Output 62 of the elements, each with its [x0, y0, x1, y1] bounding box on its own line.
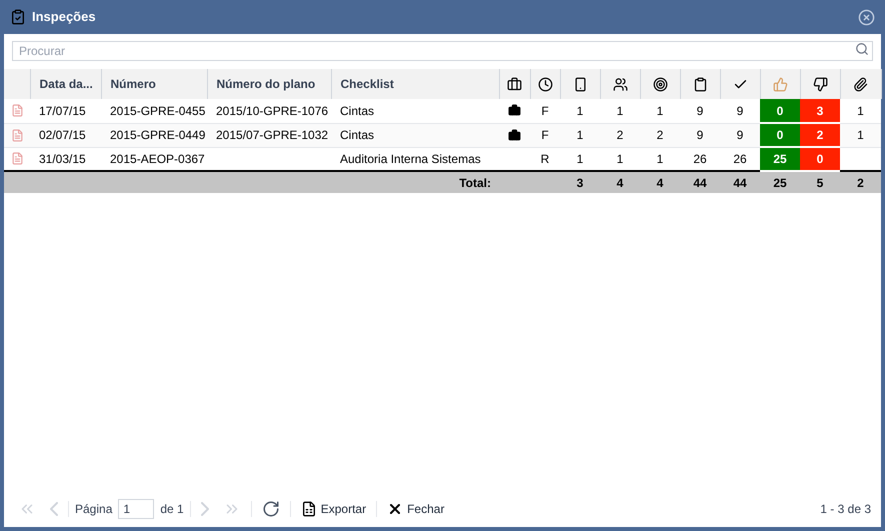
table-cell: 25 — [760, 147, 800, 171]
table-cell: F — [530, 123, 560, 147]
table-cell: 2015-GPRE-0449 — [101, 123, 207, 147]
table-cell: Cintas — [331, 123, 499, 147]
table-cell: 2 — [600, 123, 640, 147]
close-dialog-button[interactable]: Fechar — [383, 500, 448, 518]
total-cell: 2 — [840, 171, 881, 193]
record-range: 1 - 3 de 3 — [820, 501, 871, 518]
total-cell: 44 — [720, 171, 760, 193]
clipboard-check-icon — [10, 9, 26, 25]
total-cell: 4 — [640, 171, 680, 193]
phone-icon — [572, 76, 588, 92]
spreadsheet-icon — [300, 501, 317, 517]
total-cell: 4 — [600, 171, 640, 193]
total-cell: 5 — [800, 171, 840, 193]
page-count: de 1 — [160, 501, 184, 518]
total-cell: 25 — [760, 171, 800, 193]
table-cell: 0 — [760, 99, 800, 123]
left-chevron-icon — [50, 502, 58, 516]
total-label: Total: — [4, 171, 499, 193]
briefcase-icon — [507, 76, 522, 92]
table-cell: 1 — [560, 123, 600, 147]
table-cell: 2 — [640, 123, 680, 147]
export-button[interactable]: Exportar — [296, 500, 370, 518]
thumbs-up-icon — [772, 76, 788, 92]
table-cell: 9 — [680, 123, 720, 147]
window-title: Inspeções — [32, 8, 96, 26]
pdf-file-icon[interactable] — [10, 128, 24, 142]
page-field[interactable]: 1 — [118, 499, 154, 519]
total-cell: 44 — [680, 171, 720, 193]
pdf-file-icon[interactable] — [10, 152, 24, 166]
table-cell: 1 — [840, 123, 881, 147]
table-cell: Cintas — [331, 99, 499, 123]
target-icon — [652, 76, 668, 92]
total-cell: 3 — [560, 171, 600, 193]
right-chevron-icon — [200, 502, 209, 516]
table-cell: F — [530, 99, 560, 123]
table-cell: 1 — [600, 99, 640, 123]
table-cell: 2015-GPRE-0455 — [101, 99, 207, 123]
table-cell: 1 — [560, 99, 600, 123]
clipboard-icon — [692, 76, 708, 92]
clock-icon — [538, 76, 552, 92]
table-cell: 1 — [840, 99, 881, 123]
thumbs-down-icon — [812, 76, 828, 92]
table-cell: 2015/07-GPRE-1032 — [207, 123, 331, 147]
refresh-icon — [262, 500, 280, 518]
table-cell: 17/07/15 — [30, 99, 101, 123]
people-icon — [612, 76, 628, 92]
table-cell: 9 — [680, 99, 720, 123]
table-cell: 1 — [640, 99, 680, 123]
table-cell: 0 — [760, 123, 800, 147]
pdf-file-icon[interactable] — [10, 104, 24, 118]
paperclip-icon — [853, 76, 868, 92]
table-cell: 2 — [800, 123, 840, 147]
table-cell: 2015/10-GPRE-1076 — [207, 99, 331, 123]
close-button[interactable] — [858, 8, 875, 26]
table-cell: 02/07/15 — [30, 123, 101, 147]
table-cell: 0 — [800, 147, 840, 171]
search-field[interactable]: Procurar — [12, 41, 873, 61]
page-label: Página — [75, 501, 112, 518]
table-cell: 3 — [800, 99, 840, 123]
search-icon — [855, 42, 869, 56]
